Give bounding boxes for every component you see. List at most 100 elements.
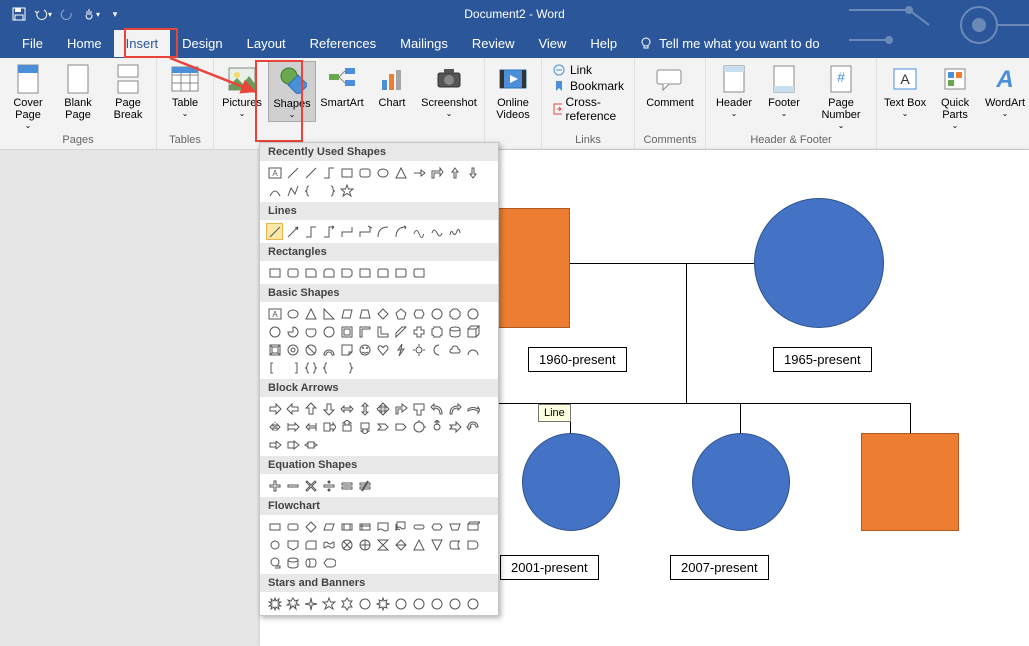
shape-triangle-icon[interactable] <box>302 305 319 322</box>
tell-me-search[interactable]: Tell me what you want to do <box>639 36 819 51</box>
shape-multidoc-icon[interactable] <box>392 518 409 535</box>
shape-star12-icon[interactable] <box>410 595 427 612</box>
shape-magdisk-icon[interactable] <box>284 554 301 571</box>
connector-line[interactable] <box>686 263 687 403</box>
shape-star32-icon[interactable] <box>464 595 481 612</box>
shape-stored-icon[interactable] <box>446 536 463 553</box>
shape-arrow-icon[interactable] <box>284 436 301 453</box>
shape-manual-icon[interactable] <box>446 518 463 535</box>
shape-rtriangle-icon[interactable] <box>320 305 337 322</box>
shape-donut-icon[interactable] <box>284 341 301 358</box>
shape-diagstripe-icon[interactable] <box>392 323 409 340</box>
menu-file[interactable]: File <box>10 30 55 57</box>
shape-arrow-icon[interactable] <box>266 400 283 417</box>
undo-icon[interactable]: ▾ <box>34 5 52 23</box>
shape-frame-icon[interactable] <box>338 323 355 340</box>
shape-internal-icon[interactable] <box>356 518 373 535</box>
shape-roundrect-icon[interactable] <box>284 264 301 281</box>
shape-plus-icon[interactable] <box>266 477 283 494</box>
shape-rect-icon[interactable] <box>338 164 355 181</box>
shape-roundrect-icon[interactable] <box>356 264 373 281</box>
text-box-1960[interactable]: 1960-present <box>528 347 627 372</box>
shape-connector-icon[interactable] <box>302 223 319 240</box>
shape-arrow-icon[interactable] <box>320 400 337 417</box>
shape-cloud-icon[interactable] <box>446 341 463 358</box>
wordart-button[interactable]: AWordArt⌄ <box>981 61 1029 120</box>
shape-curve-icon[interactable] <box>266 182 283 199</box>
shape-sniprect-icon[interactable] <box>302 264 319 281</box>
shape-can-icon[interactable] <box>446 323 463 340</box>
shape-arrow-icon[interactable] <box>356 418 373 435</box>
shape-curve-icon[interactable] <box>392 223 409 240</box>
shape-line-icon[interactable] <box>284 164 301 181</box>
shape-arrow-icon[interactable] <box>428 164 445 181</box>
shape-arrow-icon[interactable] <box>374 400 391 417</box>
shape-document-icon[interactable] <box>374 518 391 535</box>
shape-teardrop-icon[interactable] <box>320 323 337 340</box>
shape-star5-icon[interactable] <box>320 595 337 612</box>
shape-arrow-icon[interactable] <box>338 400 355 417</box>
shape-star4-icon[interactable] <box>302 595 319 612</box>
shape-oval-icon[interactable] <box>374 164 391 181</box>
shape-freeform-icon[interactable] <box>284 182 301 199</box>
shape-curve-icon[interactable] <box>410 223 427 240</box>
shape-brace-icon[interactable] <box>320 359 337 376</box>
shape-square-orange-2[interactable] <box>861 433 959 531</box>
shape-altprocess-icon[interactable] <box>284 518 301 535</box>
shape-connector-icon[interactable] <box>266 536 283 553</box>
shape-arrow-icon[interactable] <box>356 400 373 417</box>
shape-cross-icon[interactable] <box>410 323 427 340</box>
shape-arc-icon[interactable] <box>464 341 481 358</box>
screenshot-button[interactable]: Screenshot⌄ <box>418 61 480 120</box>
shape-extract-icon[interactable] <box>410 536 427 553</box>
customize-qat-icon[interactable]: ▾ <box>106 5 124 23</box>
shape-sort-icon[interactable] <box>392 536 409 553</box>
shape-arrow-icon[interactable] <box>392 400 409 417</box>
shape-manualop-icon[interactable] <box>464 518 481 535</box>
shape-star6-icon[interactable] <box>338 595 355 612</box>
shape-freeform-icon[interactable] <box>428 223 445 240</box>
shape-textbox-icon[interactable]: A <box>266 164 283 181</box>
shape-offpage-icon[interactable] <box>284 536 301 553</box>
shape-junction-icon[interactable] <box>338 536 355 553</box>
shape-minus-icon[interactable] <box>284 477 301 494</box>
shape-card-icon[interactable] <box>302 536 319 553</box>
shape-pie-icon[interactable] <box>284 323 301 340</box>
shape-arrow-icon[interactable] <box>374 418 391 435</box>
shape-arrow-icon[interactable] <box>302 436 319 453</box>
shape-arrow-icon[interactable] <box>266 436 283 453</box>
shape-circle-blue-3[interactable] <box>692 433 790 531</box>
shape-parallelogram-icon[interactable] <box>338 305 355 322</box>
shape-seqaccess-icon[interactable] <box>266 554 283 571</box>
shape-arrow-icon[interactable] <box>446 418 463 435</box>
shape-predefined-icon[interactable] <box>338 518 355 535</box>
shape-trapezoid-icon[interactable] <box>356 305 373 322</box>
shape-brace-icon[interactable] <box>320 182 337 199</box>
shape-arrow-icon[interactable] <box>320 418 337 435</box>
shape-circle-blue-1[interactable] <box>754 198 884 328</box>
footer-button[interactable]: Footer⌄ <box>760 61 808 120</box>
shape-moon-icon[interactable] <box>428 341 445 358</box>
menu-help[interactable]: Help <box>578 30 629 57</box>
shape-brace-icon[interactable] <box>302 182 319 199</box>
shape-arrow-icon[interactable] <box>410 400 427 417</box>
shape-equal-icon[interactable] <box>338 477 355 494</box>
shape-star24-icon[interactable] <box>446 595 463 612</box>
shape-sniprect-icon[interactable] <box>320 264 337 281</box>
shape-connector-icon[interactable] <box>320 164 337 181</box>
connector-line[interactable] <box>910 403 911 433</box>
shape-decision-icon[interactable] <box>302 518 319 535</box>
shape-roundrect-icon[interactable] <box>374 264 391 281</box>
shape-arrow-icon[interactable] <box>410 164 427 181</box>
shape-arrow-icon[interactable] <box>284 400 301 417</box>
shape-oval-icon[interactable] <box>284 305 301 322</box>
shape-star16-icon[interactable] <box>428 595 445 612</box>
shape-notequal-icon[interactable] <box>356 477 373 494</box>
page-number-button[interactable]: #Page Number⌄ <box>810 61 872 132</box>
shape-arrow-icon[interactable] <box>410 418 427 435</box>
menu-review[interactable]: Review <box>460 30 527 57</box>
smartart-button[interactable]: SmartArt <box>318 61 366 111</box>
shape-lightning-icon[interactable] <box>392 341 409 358</box>
menu-view[interactable]: View <box>526 30 578 57</box>
connector-line[interactable] <box>740 403 741 433</box>
